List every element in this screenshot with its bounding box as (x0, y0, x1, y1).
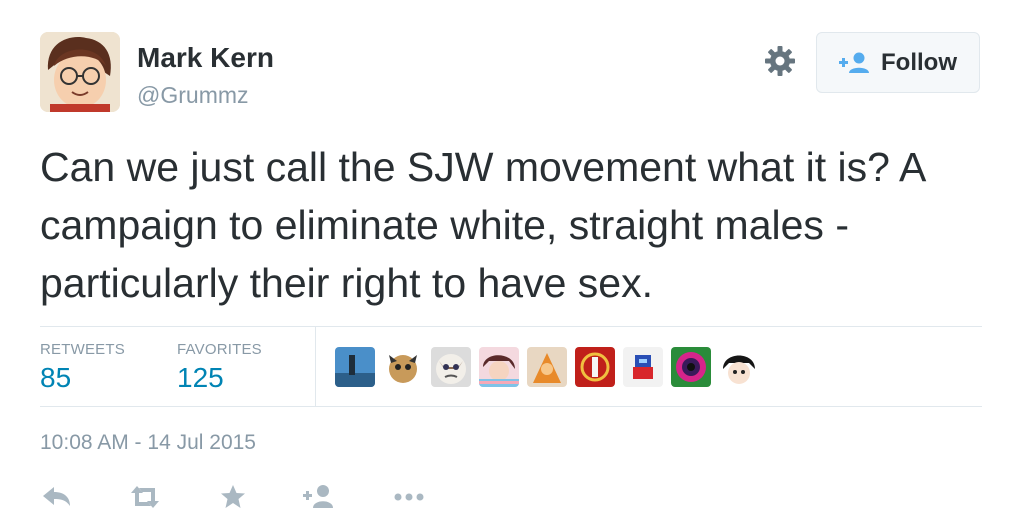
tweet-text: Can we just call the SJW movement what i… (40, 144, 925, 306)
divider-bottom (40, 406, 982, 407)
author-name[interactable]: Mark Kern (137, 42, 274, 74)
follow-plus-person-icon (839, 52, 869, 73)
follow-icon[interactable] (302, 482, 336, 512)
author-handle[interactable]: @Grummz (137, 82, 249, 109)
cartoon-avatar-image (40, 32, 120, 112)
retweet-icon[interactable] (128, 482, 162, 512)
stats-divider (315, 327, 316, 406)
favoriter-avatar[interactable] (671, 347, 711, 387)
gear-icon[interactable] (762, 43, 798, 79)
divider-top (40, 326, 982, 327)
favorite-icon[interactable] (216, 482, 250, 512)
favoriter-avatar[interactable] (431, 347, 471, 387)
tweet-timestamp[interactable]: 10:08 AM - 14 Jul 2015 (40, 431, 256, 455)
favorites-label[interactable]: FAVORITES (177, 341, 262, 358)
favoriter-avatar[interactable] (527, 347, 567, 387)
author-avatar[interactable] (40, 32, 120, 112)
favoriter-avatar[interactable] (719, 347, 759, 387)
follow-button[interactable]: Follow (816, 32, 980, 93)
favorites-count[interactable]: 125 (177, 362, 224, 394)
favoriter-avatar[interactable] (383, 347, 423, 387)
retweets-count[interactable]: 85 (40, 362, 71, 394)
more-icon[interactable] (392, 482, 426, 512)
favoriter-avatar[interactable] (335, 347, 375, 387)
follow-button-label: Follow (881, 48, 957, 76)
favorited-by-avatars (335, 347, 759, 387)
favoriter-avatar[interactable] (479, 347, 519, 387)
favoriter-avatar[interactable] (623, 347, 663, 387)
retweets-label[interactable]: RETWEETS (40, 341, 125, 358)
favoriter-avatar[interactable] (575, 347, 615, 387)
reply-icon[interactable] (40, 482, 74, 512)
